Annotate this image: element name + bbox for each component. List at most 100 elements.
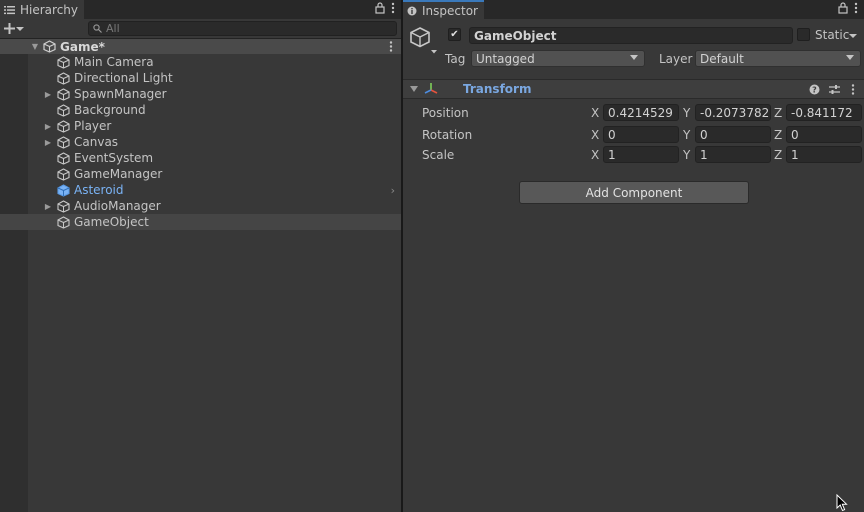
transform-header[interactable]: Transform ? [403,79,864,99]
hierarchy-item[interactable]: Main Camera [0,54,401,70]
hierarchy-item-label: Canvas [74,135,119,149]
fold-arrow-icon[interactable] [410,86,418,93]
scale-x-field[interactable]: 1 [603,146,679,163]
more-options-icon[interactable] [854,2,858,14]
hierarchy-item[interactable]: Directional Light [0,70,401,86]
hierarchy-item-label: Directional Light [74,71,173,85]
gameobject-cube-icon [56,55,70,69]
list-icon [4,5,15,14]
position-x-field[interactable]: 0.4214529 [603,104,679,121]
static-checkbox[interactable] [797,28,810,41]
position-x-value: 0.4214529 [608,105,673,120]
hierarchy-item[interactable]: GameManager [0,166,401,182]
chevron-right-icon[interactable]: › [391,184,395,197]
hierarchy-tab[interactable]: Hierarchy [0,0,85,19]
gameobject-cube-icon [56,119,70,133]
component-menu-icon[interactable] [851,84,855,95]
gameobject-cube-icon [56,199,70,213]
hierarchy-item[interactable]: Asteroid › [0,182,401,198]
position-x-axis-label[interactable]: X [591,106,599,120]
hierarchy-item[interactable]: ▶ Canvas [0,134,401,150]
object-name-field[interactable]: GameObject [469,27,793,44]
rotation-y-field[interactable]: 0 [695,126,771,143]
scale-z-value: 1 [791,147,799,162]
position-z-axis-label[interactable]: Z [774,106,782,120]
rotation-y-value: 0 [700,127,708,142]
active-checkbox[interactable]: ✔ [448,28,461,41]
hierarchy-search-input[interactable]: All [88,21,397,36]
rotation-z-axis-label[interactable]: Z [774,128,782,142]
scale-x-axis-label[interactable]: X [591,148,599,162]
hierarchy-item-label: Background [74,103,146,117]
create-button[interactable] [4,23,32,34]
hierarchy-item-label: Asteroid [74,183,124,197]
hierarchy-item-label: GameManager [74,167,163,181]
layer-dropdown[interactable]: Default [695,50,861,67]
scale-x-value: 1 [608,147,616,162]
hierarchy-item-label: GameObject [74,215,149,229]
object-header: ✔ GameObject Static Tag Untagged Layer D… [403,19,864,81]
position-z-value: -0.841172 [791,105,853,120]
gameobject-cube-icon [56,151,70,165]
static-dropdown-icon[interactable] [849,33,857,39]
help-icon[interactable]: ? [809,84,820,95]
hierarchy-item[interactable]: ▶ SpawnManager [0,86,401,102]
lock-icon[interactable] [838,2,848,14]
hierarchy-item[interactable]: EventSystem [0,150,401,166]
gameobject-cube-icon [56,135,70,149]
inspector-tab-bar: Inspector [403,0,864,19]
tag-value: Untagged [476,51,535,66]
mouse-cursor-icon [836,494,848,512]
preset-sliders-icon[interactable] [829,84,840,95]
chevron-down-icon [846,55,854,60]
expand-arrow-icon[interactable]: ▶ [43,90,53,99]
tag-label: Tag [445,52,466,66]
hierarchy-item[interactable]: GameObject [0,214,401,230]
search-placeholder: All [106,22,120,35]
hierarchy-item[interactable]: ▶ Player [0,118,401,134]
more-options-icon[interactable] [391,2,395,14]
gameobject-cube-icon [56,87,70,101]
inspector-tab[interactable]: Inspector [403,0,484,19]
scene-row[interactable]: ▼ Game* [0,39,401,54]
scale-y-axis-label[interactable]: Y [683,148,690,162]
hierarchy-item-label: EventSystem [74,151,154,165]
rotation-z-field[interactable]: 0 [786,126,862,143]
tag-dropdown[interactable]: Untagged [471,50,645,67]
scale-z-axis-label[interactable]: Z [774,148,782,162]
hierarchy-item-label: SpawnManager [74,87,167,101]
rotation-z-value: 0 [791,127,799,142]
scale-z-field[interactable]: 1 [786,146,862,163]
chevron-down-icon [630,55,638,60]
lock-icon[interactable] [375,2,385,14]
position-y-field[interactable]: -0.2073782 [695,104,771,121]
rotation-x-axis-label[interactable]: X [591,128,599,142]
position-y-axis-label[interactable]: Y [683,106,690,120]
position-z-field[interactable]: -0.841172 [786,104,862,121]
gameobject-cube-icon[interactable] [409,26,437,56]
unity-scene-icon [42,40,56,54]
expand-arrow-icon[interactable]: ▶ [43,122,53,131]
hierarchy-item[interactable]: Background [0,102,401,118]
static-label: Static [815,28,850,42]
scale-y-value: 1 [700,147,708,162]
gameobject-cube-icon [56,167,70,181]
inspector-tab-label: Inspector [422,3,478,18]
scene-menu-icon[interactable] [389,41,393,52]
rotation-x-value: 0 [608,127,616,142]
scale-y-field[interactable]: 1 [695,146,771,163]
position-y-value: -0.2073782 [700,105,770,120]
gameobject-cube-icon [56,103,70,117]
svg-text:?: ? [812,86,817,95]
expand-arrow-icon[interactable]: ▶ [43,138,53,147]
collapse-arrow-icon[interactable]: ▼ [30,42,40,51]
scene-name: Game* [60,39,105,54]
rotation-x-field[interactable]: 0 [603,126,679,143]
gameobject-cube-icon [56,215,70,229]
transform-icon [424,83,438,94]
expand-arrow-icon[interactable]: ▶ [43,202,53,211]
chevron-down-icon [16,26,24,31]
hierarchy-item[interactable]: ▶ AudioManager [0,198,401,214]
rotation-y-axis-label[interactable]: Y [683,128,690,142]
add-component-button[interactable]: Add Component [519,181,749,204]
